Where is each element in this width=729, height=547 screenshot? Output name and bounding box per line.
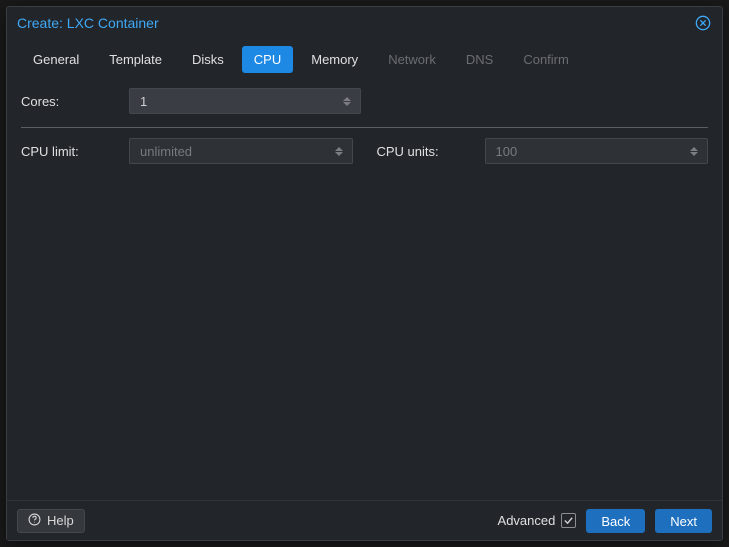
help-icon — [28, 513, 41, 529]
chevron-up-icon[interactable] — [343, 97, 351, 101]
footer-left: Help — [17, 509, 85, 533]
cpu-limit-label: CPU limit: — [21, 144, 117, 159]
footer: Help Advanced Back Next — [7, 500, 722, 540]
cpu-units-spinner[interactable] — [485, 138, 709, 164]
cpu-units-input[interactable] — [485, 138, 709, 164]
footer-right: Advanced Back Next — [498, 509, 712, 533]
chevron-up-icon[interactable] — [335, 147, 343, 151]
cores-section: Cores: — [21, 85, 708, 128]
help-label: Help — [47, 513, 74, 528]
cores-spinner[interactable] — [129, 88, 361, 114]
help-button[interactable]: Help — [17, 509, 85, 533]
tab-disks[interactable]: Disks — [180, 46, 236, 73]
tab-memory[interactable]: Memory — [299, 46, 370, 73]
close-icon[interactable] — [694, 14, 712, 32]
tab-dns: DNS — [454, 46, 505, 73]
titlebar: Create: LXC Container — [7, 7, 722, 37]
cores-label: Cores: — [21, 94, 117, 109]
chevron-down-icon[interactable] — [690, 152, 698, 156]
tab-general[interactable]: General — [21, 46, 91, 73]
cpu-units-col: CPU units: — [377, 138, 709, 164]
cpu-units-label: CPU units: — [377, 144, 473, 159]
cpu-limit-input[interactable] — [129, 138, 353, 164]
check-icon — [563, 515, 574, 526]
tab-template[interactable]: Template — [97, 46, 174, 73]
cores-input[interactable] — [129, 88, 361, 114]
tab-cpu[interactable]: CPU — [242, 46, 293, 73]
tab-confirm: Confirm — [511, 46, 581, 73]
chevron-down-icon[interactable] — [343, 102, 351, 106]
cores-stepper[interactable] — [343, 88, 355, 114]
tab-bar: General Template Disks CPU Memory Networ… — [7, 37, 722, 75]
modal-title: Create: LXC Container — [17, 15, 159, 31]
create-lxc-modal: Create: LXC Container General Template D… — [6, 6, 723, 541]
next-button[interactable]: Next — [655, 509, 712, 533]
chevron-up-icon[interactable] — [690, 147, 698, 151]
cpu-limit-stepper[interactable] — [335, 138, 347, 164]
cpu-limit-spinner[interactable] — [129, 138, 353, 164]
cpu-units-stepper[interactable] — [690, 138, 702, 164]
advanced-toggle[interactable]: Advanced — [498, 513, 577, 528]
advanced-label: Advanced — [498, 513, 556, 528]
advanced-cpu-row: CPU limit: CPU units: — [21, 138, 708, 164]
tab-network: Network — [376, 46, 448, 73]
back-button[interactable]: Back — [586, 509, 645, 533]
chevron-down-icon[interactable] — [335, 152, 343, 156]
tab-content: Cores: CPU limit: — [7, 75, 722, 500]
cpu-limit-col: CPU limit: — [21, 138, 353, 164]
cores-row: Cores: — [21, 85, 708, 117]
advanced-checkbox[interactable] — [561, 513, 576, 528]
